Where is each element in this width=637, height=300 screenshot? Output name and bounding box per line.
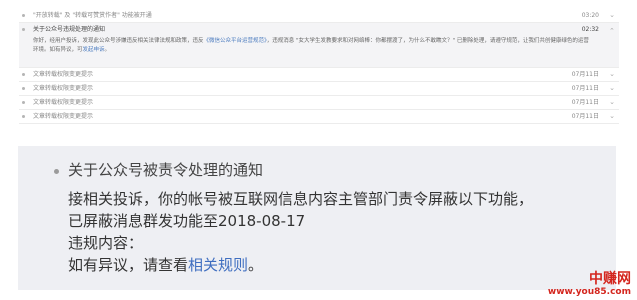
detail-line: 接相关投诉，你的帐号被互联网信息内容主管部门责令屏蔽以下功能， — [68, 190, 534, 208]
chevron-up-icon[interactable]: ⌄ — [609, 23, 615, 36]
notification-list: "开放转载" 及 "转载可赞赏作者" 功能被开通 03:20 ⌄ 关于公众号违规… — [19, 9, 619, 124]
chevron-down-icon[interactable]: ⌄ — [609, 68, 615, 81]
detail-line: 违规内容： — [68, 234, 144, 252]
rules-link[interactable]: 《微信公众平台运营规范》 — [204, 38, 267, 44]
notification-text: 文章转载权限变更提示 — [33, 99, 94, 106]
notification-time: 07月11日 — [571, 99, 599, 106]
notification-text: 文章转载权限变更提示 — [33, 71, 94, 78]
notification-time: 02:32 — [581, 26, 599, 33]
bullet-icon — [22, 73, 25, 76]
bullet-icon — [22, 115, 25, 118]
notification-detail-panel: 关于公众号被责令处理的通知 接相关投诉，你的帐号被互联网信息内容主管部门责令屏蔽… — [18, 146, 616, 290]
list-item-expanded[interactable]: 关于公众号违规处理的通知 02:32 ⌄ 你好，经用户投诉，发现此公众号涉嫌违反… — [19, 23, 619, 68]
detail-body: 接相关投诉，你的帐号被互联网信息内容主管部门责令屏蔽以下功能， 已屏蔽消息群发功… — [68, 188, 533, 276]
watermark: 中赚网 www.you85.com — [548, 271, 631, 297]
bullet-icon — [22, 87, 25, 90]
chevron-down-icon[interactable]: ⌄ — [609, 110, 615, 123]
body-text: 。 — [104, 47, 111, 53]
detail-text: 如有异议，请查看 — [68, 256, 189, 274]
body-text: 你好，经用户投诉，发现此公众号涉嫌违反相关法律法规和政策，违反 — [33, 38, 204, 44]
bullet-icon — [22, 28, 25, 31]
chevron-down-icon[interactable]: ⌄ — [609, 82, 615, 95]
notification-text: 文章转载权限变更提示 — [33, 113, 94, 120]
detail-line: 已屏蔽消息群发功能至2018-08-17 — [68, 212, 306, 230]
notification-text: "开放转载" 及 "转载可赞赏作者" 功能被开通 — [33, 12, 152, 19]
watermark-logo: 中赚网 — [589, 271, 631, 287]
watermark-url: www.you85.com — [547, 287, 631, 297]
notification-title: 关于公众号违规处理的通知 — [33, 26, 106, 33]
bullet-icon — [22, 14, 25, 17]
related-rules-link[interactable]: 相关规则 — [188, 256, 248, 274]
appeal-link[interactable]: 发起申诉 — [83, 47, 105, 53]
list-item[interactable]: 文章转载权限变更提示 07月11日 ⌄ — [19, 96, 619, 110]
list-item[interactable]: 文章转载权限变更提示 07月11日 ⌄ — [19, 110, 619, 124]
notification-time: 03:20 — [581, 12, 599, 19]
bullet-icon — [22, 101, 25, 104]
list-item[interactable]: "开放转载" 及 "转载可赞赏作者" 功能被开通 03:20 ⌄ — [19, 9, 619, 23]
chevron-down-icon[interactable]: ⌄ — [609, 9, 615, 22]
chevron-down-icon[interactable]: ⌄ — [609, 96, 615, 109]
notification-time: 07月11日 — [571, 85, 599, 92]
list-item[interactable]: 文章转载权限变更提示 07月11日 ⌄ — [19, 68, 619, 82]
detail-title: 关于公众号被责令处理的通知 — [68, 161, 264, 179]
detail-line: 如有异议，请查看相关规则。 — [68, 254, 533, 276]
bullet-icon — [54, 169, 59, 174]
detail-text: 。 — [248, 256, 264, 274]
list-item[interactable]: 文章转载权限变更提示 07月11日 ⌄ — [19, 82, 619, 96]
notification-time: 07月11日 — [571, 113, 599, 120]
notification-text: 文章转载权限变更提示 — [33, 85, 94, 92]
notification-body: 你好，经用户投诉，发现此公众号涉嫌违反相关法律法规和政策，违反《微信公众平台运营… — [33, 37, 593, 55]
notification-time: 07月11日 — [571, 71, 599, 78]
